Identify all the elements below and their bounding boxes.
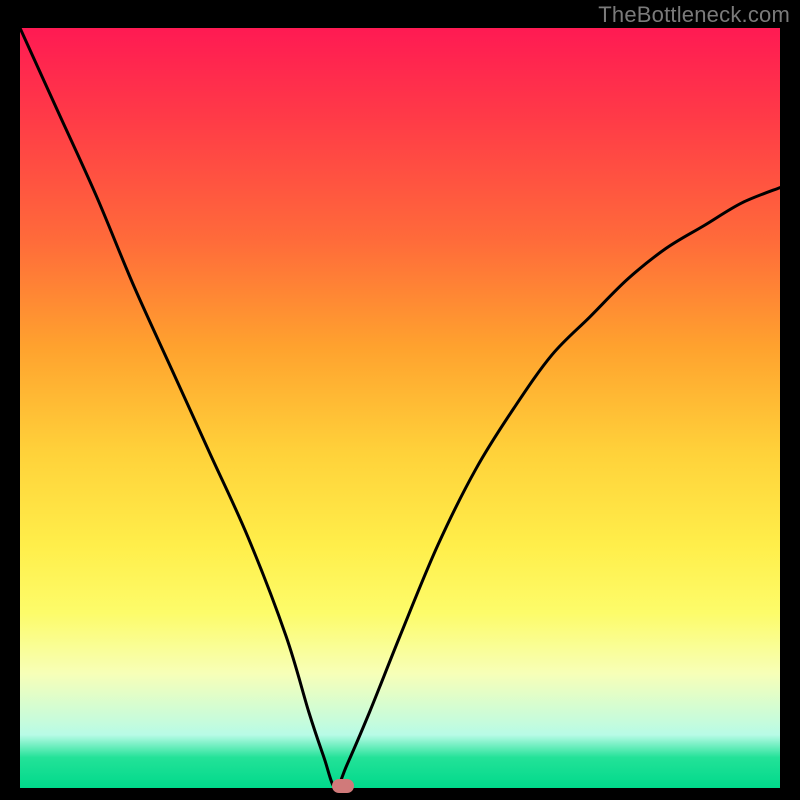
watermark-text: TheBottleneck.com bbox=[598, 2, 790, 28]
curve-svg bbox=[20, 28, 780, 788]
chart-frame: TheBottleneck.com bbox=[0, 0, 800, 800]
plot-area bbox=[20, 28, 780, 788]
bottleneck-curve bbox=[20, 28, 780, 788]
optimum-marker bbox=[332, 779, 354, 793]
